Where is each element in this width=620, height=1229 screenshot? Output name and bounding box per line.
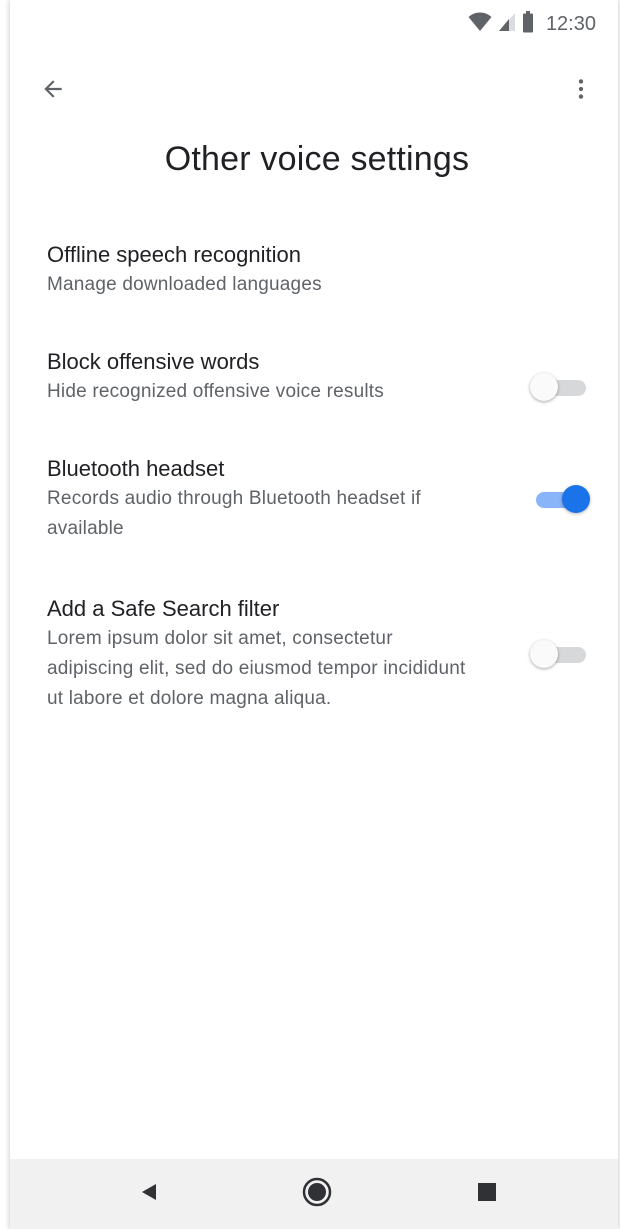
toggle-thumb	[530, 373, 558, 401]
arrow-back-icon	[40, 76, 66, 107]
page-title: Other voice settings	[164, 140, 470, 178]
setting-description: Lorem ipsum dolor sit amet, consectetur …	[47, 628, 466, 709]
setting-title: Bluetooth headset	[47, 456, 225, 481]
setting-title: Block offensive words	[47, 349, 260, 374]
setting-title: Offline speech recognition	[47, 242, 301, 267]
setting-block-offensive-words[interactable]: Block offensive words Hide recognized of…	[10, 347, 618, 417]
toggle-thumb	[562, 485, 590, 513]
nav-back-icon	[139, 1182, 159, 1207]
wifi-icon	[468, 12, 492, 37]
setting-text: Offline speech recognition Manage downlo…	[47, 240, 477, 300]
setting-offline-speech-recognition[interactable]: Offline speech recognition Manage downlo…	[10, 240, 618, 310]
safe-search-filter-toggle[interactable]	[530, 637, 588, 671]
nav-back-button[interactable]	[131, 1176, 167, 1212]
setting-description: Hide recognized offensive voice results	[47, 381, 384, 402]
status-time: 12:30	[545, 12, 596, 35]
setting-safe-search-filter[interactable]: Add a Safe Search filter Lorem ipsum dol…	[10, 594, 618, 724]
setting-text: Bluetooth headset Records audio through …	[47, 454, 477, 544]
more-options-button[interactable]	[564, 74, 598, 108]
setting-title: Add a Safe Search filter	[47, 596, 280, 621]
setting-description: Manage downloaded languages	[47, 274, 322, 295]
nav-recents-icon	[477, 1182, 497, 1207]
more-vert-icon	[568, 76, 594, 107]
status-icons: 12:30	[468, 10, 596, 38]
block-offensive-words-toggle[interactable]	[530, 370, 588, 404]
bluetooth-headset-toggle[interactable]	[530, 482, 590, 516]
cell-signal-icon	[498, 12, 516, 37]
back-button[interactable]	[36, 74, 70, 108]
nav-home-icon	[302, 1177, 332, 1212]
setting-text: Block offensive words Hide recognized of…	[47, 347, 477, 407]
setting-bluetooth-headset[interactable]: Bluetooth headset Records audio through …	[10, 454, 618, 554]
phone-screen: 12:30 Other voice settings Offline speec…	[10, 0, 618, 1229]
toggle-thumb	[530, 640, 558, 668]
navigation-bar	[10, 1159, 618, 1229]
nav-home-button[interactable]	[299, 1176, 335, 1212]
status-bar: 12:30	[10, 0, 618, 48]
battery-icon	[522, 10, 534, 38]
nav-recents-button[interactable]	[469, 1176, 505, 1212]
setting-text: Add a Safe Search filter Lorem ipsum dol…	[47, 594, 477, 714]
setting-description: Records audio through Bluetooth headset …	[47, 488, 421, 539]
